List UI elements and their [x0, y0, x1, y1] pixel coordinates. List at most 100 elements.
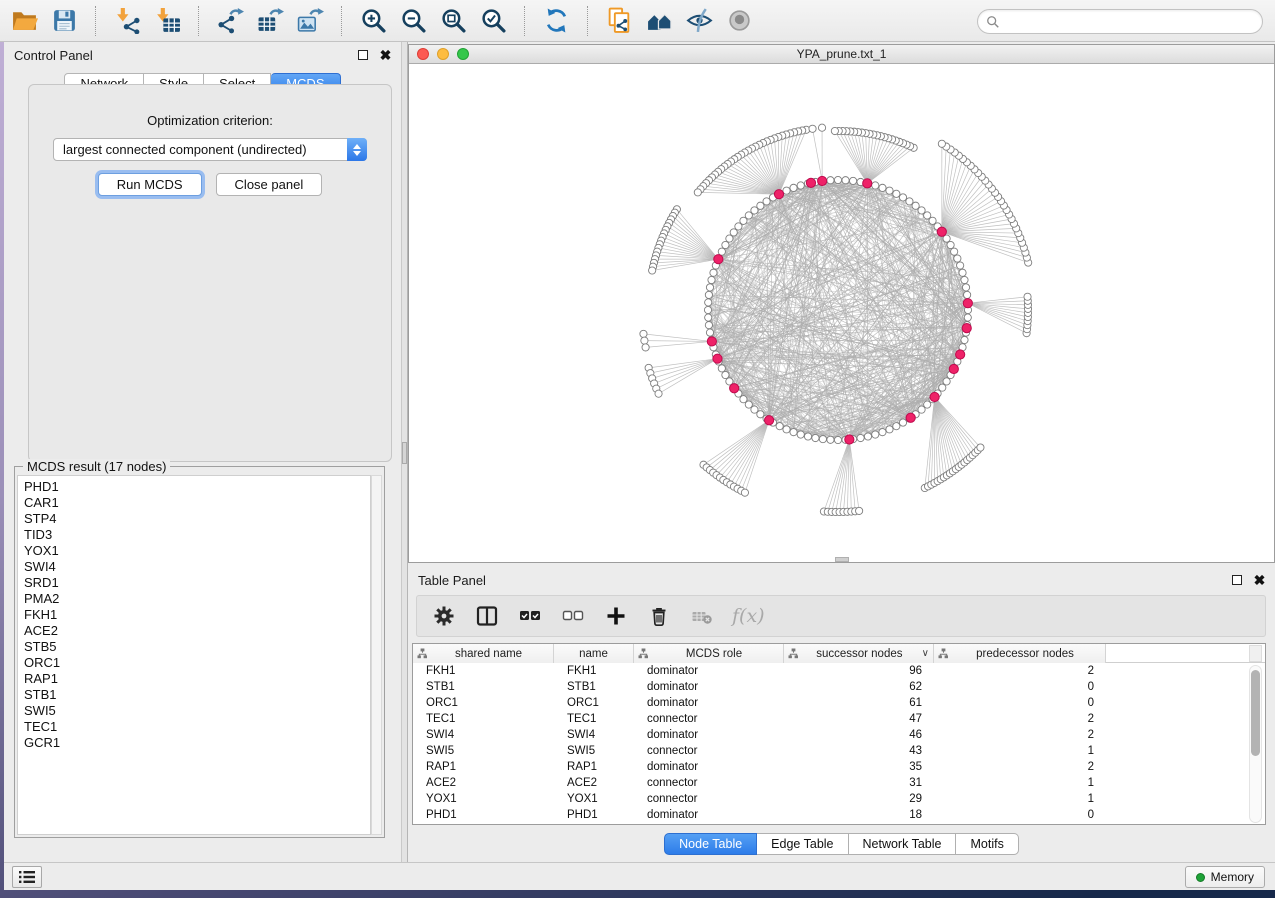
table-row[interactable]: STB1STB1dominator620: [413, 679, 1265, 695]
criterion-selected-value: largest connected component (undirected): [63, 142, 307, 157]
float-panel-icon[interactable]: [355, 48, 370, 63]
table-row[interactable]: TEC1TEC1connector472: [413, 711, 1265, 727]
deselect-all-button[interactable]: [560, 603, 586, 629]
mcds-node-item[interactable]: TEC1: [24, 719, 370, 735]
import-network-button[interactable]: [107, 3, 147, 39]
table-row[interactable]: FKH1FKH1dominator962: [413, 663, 1265, 679]
delete-table-button[interactable]: [689, 603, 715, 629]
cell-name: ORC1: [554, 695, 634, 711]
table-scrollbar-thumb[interactable]: [1251, 670, 1260, 756]
search-field[interactable]: [977, 9, 1263, 34]
cell-shared-name: YOX1: [413, 791, 554, 807]
close-panel-icon[interactable]: ✖: [378, 48, 393, 63]
zoom-in-icon: [360, 7, 387, 34]
open-file-button[interactable]: [4, 3, 44, 39]
column-header-shared-name[interactable]: shared name: [413, 644, 554, 663]
close-panel-button[interactable]: Close panel: [216, 173, 323, 196]
close-table-panel-icon[interactable]: ✖: [1252, 573, 1267, 588]
control-panel: Control Panel ✖ NetworkStyleSelectMCDS O…: [4, 42, 401, 862]
zoom-in-button[interactable]: [353, 3, 393, 39]
add-column-button[interactable]: [603, 603, 629, 629]
tab-motifs[interactable]: Motifs: [956, 833, 1018, 855]
column-header-successor-nodes[interactable]: successor nodes∨: [784, 644, 934, 663]
list-icon: [18, 870, 36, 884]
vertical-splitter[interactable]: [401, 42, 408, 862]
cell-MCDS-role: connector: [634, 791, 784, 807]
table-row[interactable]: SWI4SWI4dominator462: [413, 727, 1265, 743]
mcds-node-item[interactable]: STB1: [24, 687, 370, 703]
network-window-title: YPA_prune.txt_1: [409, 47, 1274, 61]
export-table-button[interactable]: [250, 3, 290, 39]
mcds-node-item[interactable]: STP4: [24, 511, 370, 527]
select-stepper-icon: [347, 138, 367, 161]
memory-button[interactable]: Memory: [1185, 866, 1265, 888]
mcds-node-item[interactable]: RAP1: [24, 671, 370, 687]
mcds-node-item[interactable]: CAR1: [24, 495, 370, 511]
show-all-button[interactable]: [719, 3, 759, 39]
optimization-criterion-select[interactable]: largest connected component (undirected): [53, 138, 367, 161]
mcds-node-item[interactable]: ORC1: [24, 655, 370, 671]
column-header-predecessor-nodes[interactable]: predecessor nodes: [934, 644, 1106, 663]
table-scroll-corner: [1249, 645, 1262, 662]
mcds-node-item[interactable]: YOX1: [24, 543, 370, 559]
split-table-view-button[interactable]: [474, 603, 500, 629]
table-row[interactable]: ACE2ACE2connector311: [413, 775, 1265, 791]
zoom-fit-button[interactable]: [433, 3, 473, 39]
mcds-node-item[interactable]: PHD1: [24, 479, 370, 495]
function-builder-button[interactable]: f(x): [732, 603, 765, 629]
search-input[interactable]: [1000, 12, 1262, 32]
table-row[interactable]: SWI5SWI5connector431: [413, 743, 1265, 759]
zoom-selected-icon: [480, 7, 507, 34]
network-canvas[interactable]: [409, 64, 1274, 562]
canvas-grip[interactable]: [835, 557, 849, 562]
refresh-view-button[interactable]: [536, 3, 576, 39]
tab-edge-table[interactable]: Edge Table: [757, 833, 848, 855]
new-network-from-selection-button[interactable]: [599, 3, 639, 39]
table-row[interactable]: PHD1PHD1dominator180: [413, 807, 1265, 823]
mcds-node-item[interactable]: STB5: [24, 639, 370, 655]
run-mcds-button[interactable]: Run MCDS: [98, 173, 202, 196]
export-network-button[interactable]: [210, 3, 250, 39]
save-session-button[interactable]: [44, 3, 84, 39]
export-image-button[interactable]: [290, 3, 330, 39]
mcds-list-scrollbar[interactable]: [371, 475, 382, 835]
tab-network-table[interactable]: Network Table: [849, 833, 957, 855]
control-panel-title: Control Panel: [14, 48, 93, 63]
zoom-out-button[interactable]: [393, 3, 433, 39]
select-all-icon: [519, 605, 541, 627]
hide-selected-button[interactable]: [679, 3, 719, 39]
table-scrollbar[interactable]: [1249, 665, 1262, 823]
first-neighbors-button[interactable]: [639, 3, 679, 39]
mcds-node-item[interactable]: SRD1: [24, 575, 370, 591]
cell-predecessor-nodes: 2: [934, 759, 1106, 775]
mcds-node-item[interactable]: SWI4: [24, 559, 370, 575]
hide-selected-icon: [686, 7, 713, 34]
mcds-node-item[interactable]: PMA2: [24, 591, 370, 607]
mcds-result-list[interactable]: PHD1CAR1STP4TID3YOX1SWI4SRD1PMA2FKH1ACE2…: [17, 475, 371, 835]
mcds-node-item[interactable]: TID3: [24, 527, 370, 543]
panel-list-button[interactable]: [12, 866, 42, 888]
column-namespace-icon: [938, 648, 949, 659]
float-table-panel-icon[interactable]: [1229, 573, 1244, 588]
table-row[interactable]: RAP1RAP1dominator352: [413, 759, 1265, 775]
splitter-grip[interactable]: [402, 442, 407, 464]
sort-descending-icon: ∨: [922, 648, 929, 659]
table-row[interactable]: ORC1ORC1dominator610: [413, 695, 1265, 711]
tab-node-table[interactable]: Node Table: [664, 833, 757, 855]
table-settings-button[interactable]: [431, 603, 457, 629]
mcds-result-group: MCDS result (17 nodes) PHD1CAR1STP4TID3Y…: [14, 466, 385, 838]
mcds-tab-content: Optimization criterion: largest connecte…: [28, 84, 392, 462]
mcds-node-item[interactable]: ACE2: [24, 623, 370, 639]
mcds-node-item[interactable]: GCR1: [24, 735, 370, 751]
column-header-MCDS-role[interactable]: MCDS role: [634, 644, 784, 663]
network-window-titlebar[interactable]: YPA_prune.txt_1: [409, 45, 1274, 64]
cell-successor-nodes: 43: [784, 743, 934, 759]
import-table-button[interactable]: [147, 3, 187, 39]
column-header-name[interactable]: name: [554, 644, 634, 663]
delete-column-button[interactable]: [646, 603, 672, 629]
select-all-button[interactable]: [517, 603, 543, 629]
zoom-selected-button[interactable]: [473, 3, 513, 39]
table-row[interactable]: YOX1YOX1connector291: [413, 791, 1265, 807]
mcds-node-item[interactable]: SWI5: [24, 703, 370, 719]
mcds-node-item[interactable]: FKH1: [24, 607, 370, 623]
